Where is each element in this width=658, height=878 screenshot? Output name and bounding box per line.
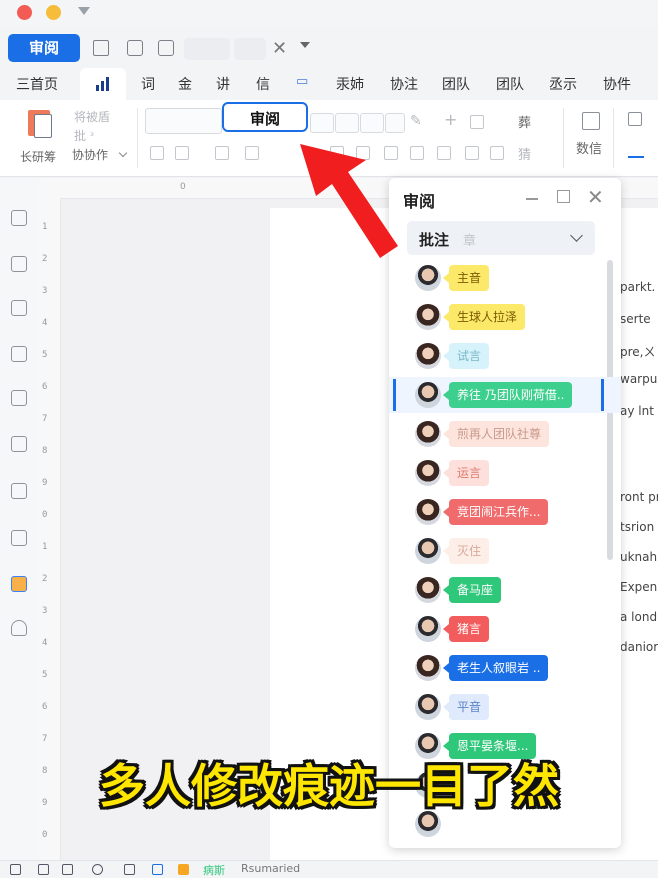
home-icon[interactable] (38, 864, 49, 875)
red-pointer-arrow (300, 144, 398, 258)
caption-text: 多人修改痕迹一目了然 (99, 759, 559, 813)
doc-status-icon[interactable] (10, 864, 21, 875)
status-label: Rsumaried (241, 862, 301, 875)
star-icon[interactable] (178, 864, 189, 875)
page-icon[interactable] (62, 864, 73, 875)
sync-icon[interactable] (92, 864, 103, 875)
status-label-green: 病斯 (203, 864, 225, 877)
book-icon[interactable] (124, 864, 135, 875)
status-bar: 病斯 Rsumaried (0, 860, 658, 878)
app-icon[interactable] (152, 864, 163, 875)
